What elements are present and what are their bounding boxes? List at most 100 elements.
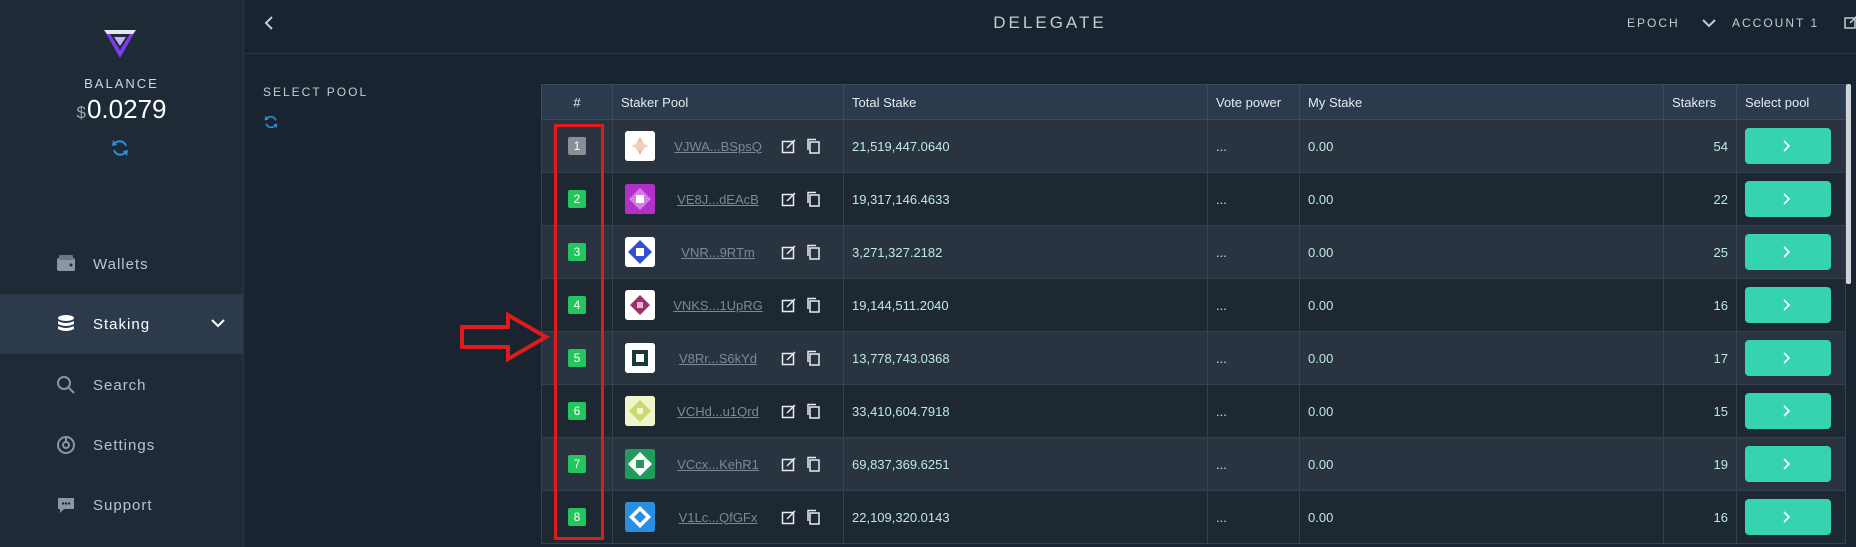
pool-name-link[interactable]: VNR...9RTm: [663, 245, 773, 260]
pool-avatar: [625, 237, 655, 267]
vote-power-cell: ...: [1207, 490, 1300, 544]
balance-currency: $: [76, 103, 86, 122]
col-staker-pool: Staker Pool: [612, 84, 844, 120]
table-row: 2 VE8J...dEAcB 19,317,146.4633 ... 0.00 …: [541, 172, 1846, 226]
account-label[interactable]: ACCOUNT 1: [1732, 16, 1819, 30]
annotation-arrow-icon: [460, 312, 550, 362]
sidebar: BALANCE $0.0279 Wallets Staking Search S…: [0, 0, 244, 547]
external-link-icon[interactable]: [1844, 15, 1856, 29]
external-link-icon[interactable]: [781, 244, 797, 260]
top-bar: DELEGATE EPOCH ACCOUNT 1: [244, 0, 1856, 54]
external-link-icon[interactable]: [781, 297, 797, 313]
stakers-cell: 19: [1663, 437, 1737, 491]
scrollbar[interactable]: [1846, 84, 1851, 284]
copy-icon[interactable]: [805, 350, 821, 366]
copy-icon[interactable]: [805, 456, 821, 472]
select-pool-button[interactable]: [1745, 128, 1831, 164]
wallet-icon: [57, 255, 75, 271]
pool-avatar: [625, 290, 655, 320]
select-pool-button[interactable]: [1745, 393, 1831, 429]
refresh-pools-icon[interactable]: [263, 114, 279, 130]
external-link-icon[interactable]: [781, 191, 797, 207]
nav-staking-label: Staking: [93, 315, 151, 333]
table-row: 7 VCcx...KehR1 69,837,369.6251 ... 0.00 …: [541, 437, 1846, 491]
pool-avatar: [625, 502, 655, 532]
vote-power-cell: ...: [1207, 384, 1300, 438]
select-pool-button[interactable]: [1745, 499, 1831, 535]
vote-power-cell: ...: [1207, 278, 1300, 332]
copy-icon[interactable]: [805, 509, 821, 525]
pool-name-link[interactable]: VJWA...BSpsQ: [663, 139, 773, 154]
nav-support[interactable]: Support: [0, 475, 243, 535]
col-total-stake: Total Stake: [843, 84, 1208, 120]
refresh-balance-icon[interactable]: [110, 138, 130, 158]
my-stake-cell: 0.00: [1299, 437, 1664, 491]
table-row: 5 V8Rr...S6kYd 13,778,743.0368 ... 0.00 …: [541, 331, 1846, 385]
external-link-icon[interactable]: [781, 509, 797, 525]
stakers-cell: 15: [1663, 384, 1737, 438]
nav-settings[interactable]: Settings: [0, 415, 243, 475]
vote-power-cell: ...: [1207, 172, 1300, 226]
pool-avatar: [625, 184, 655, 214]
stakers-cell: 17: [1663, 331, 1737, 385]
nav-support-label: Support: [93, 496, 153, 514]
search-icon: [57, 376, 75, 394]
nav-search[interactable]: Search: [0, 355, 243, 415]
annotation-highlight-box: [554, 124, 604, 540]
epoch-label[interactable]: EPOCH: [1627, 16, 1680, 30]
copy-icon[interactable]: [805, 244, 821, 260]
select-pool-button[interactable]: [1745, 287, 1831, 323]
copy-icon[interactable]: [805, 403, 821, 419]
pool-name-link[interactable]: V8Rr...S6kYd: [663, 351, 773, 366]
app-logo-icon: [104, 30, 136, 58]
total-stake-cell: 33,410,604.7918: [843, 384, 1208, 438]
select-pool-button[interactable]: [1745, 234, 1831, 270]
table-header-row: # Staker Pool Total Stake Vote power My …: [541, 84, 1846, 120]
pool-avatar: [625, 343, 655, 373]
nav-staking[interactable]: Staking: [0, 294, 243, 354]
external-link-icon[interactable]: [781, 350, 797, 366]
col-vote-power: Vote power: [1207, 84, 1300, 120]
pool-name-link[interactable]: VE8J...dEAcB: [663, 192, 773, 207]
total-stake-cell: 19,144,511.2040: [843, 278, 1208, 332]
chevron-right-icon: [1783, 405, 1791, 417]
page-title: DELEGATE: [993, 13, 1107, 32]
copy-icon[interactable]: [805, 297, 821, 313]
database-icon: [58, 315, 74, 331]
chevron-right-icon: [1783, 458, 1791, 470]
external-link-icon[interactable]: [781, 403, 797, 419]
col-stakers: Stakers: [1663, 84, 1737, 120]
nav-wallets[interactable]: Wallets: [0, 234, 243, 294]
table-row: 6 VCHd...u1Qrd 33,410,604.7918 ... 0.00 …: [541, 384, 1846, 438]
vote-power-cell: ...: [1207, 437, 1300, 491]
pool-name-link[interactable]: VNKS...1UpRG: [663, 298, 773, 313]
external-link-icon[interactable]: [781, 456, 797, 472]
chevron-down-icon[interactable]: [1700, 14, 1718, 32]
my-stake-cell: 0.00: [1299, 119, 1664, 173]
pool-name-link[interactable]: VCHd...u1Qrd: [663, 404, 773, 419]
vote-power-cell: ...: [1207, 225, 1300, 279]
total-stake-cell: 13,778,743.0368: [843, 331, 1208, 385]
pool-avatar: [625, 131, 655, 161]
copy-icon[interactable]: [805, 191, 821, 207]
chevron-down-icon[interactable]: [209, 314, 227, 332]
select-pool-button[interactable]: [1745, 340, 1831, 376]
select-pool-button[interactable]: [1745, 446, 1831, 482]
my-stake-cell: 0.00: [1299, 225, 1664, 279]
my-stake-cell: 0.00: [1299, 384, 1664, 438]
my-stake-cell: 0.00: [1299, 490, 1664, 544]
pool-name-link[interactable]: VCcx...KehR1: [663, 457, 773, 472]
pool-name-link[interactable]: V1Lc...QfGFx: [663, 510, 773, 525]
chevron-right-icon: [1783, 193, 1791, 205]
chat-icon: [58, 498, 74, 513]
select-pool-label: SELECT POOL: [263, 85, 369, 99]
settings-icon: [57, 436, 75, 454]
my-stake-cell: 0.00: [1299, 172, 1664, 226]
pool-avatar: [625, 396, 655, 426]
table-row: 1 VJWA...BSpsQ 21,519,447.0640 ... 0.00 …: [541, 119, 1846, 173]
copy-icon[interactable]: [805, 138, 821, 154]
vote-power-cell: ...: [1207, 331, 1300, 385]
external-link-icon[interactable]: [781, 138, 797, 154]
col-index: #: [541, 84, 613, 120]
select-pool-button[interactable]: [1745, 181, 1831, 217]
